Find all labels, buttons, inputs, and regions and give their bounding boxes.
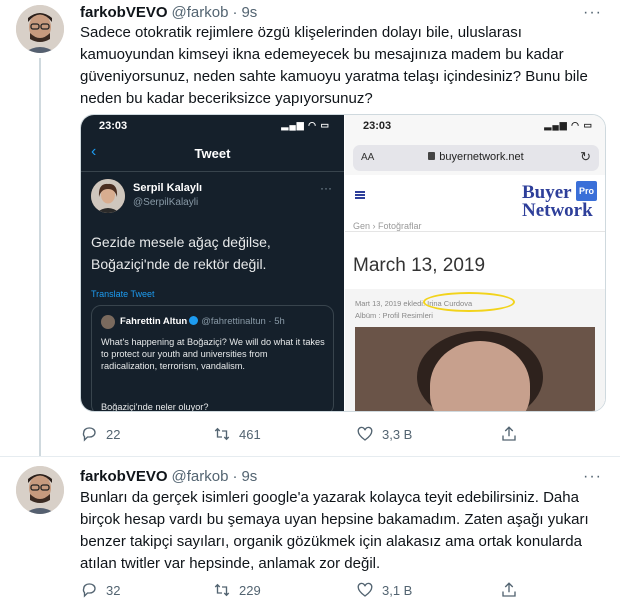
separator-dot: · xyxy=(232,467,238,485)
like-button[interactable]: 3,3 B xyxy=(356,424,412,444)
user-handle[interactable]: @farkob xyxy=(172,4,229,21)
display-name[interactable]: farkobVEVO xyxy=(80,4,168,21)
tweet-actions: 32 229 3,1 B xyxy=(80,580,604,600)
quote-handle: @fahrettinaltun · 5h xyxy=(201,316,285,327)
translate-link: Translate Tweet xyxy=(91,289,155,299)
tweet-2[interactable]: farkobVEVO @farkob · 9s ··· Bunları da g… xyxy=(0,456,620,611)
photo-meta-album: Albüm : Profil Resimleri xyxy=(355,311,433,320)
more-icon: ··· xyxy=(320,181,332,195)
page-date: March 13, 2019 xyxy=(353,255,486,276)
status-bar: 23:03 ▂▄▆ ◠ ▭ xyxy=(81,115,344,137)
share-button[interactable] xyxy=(500,580,518,600)
display-name[interactable]: farkobVEVO xyxy=(80,468,168,485)
divider xyxy=(81,171,344,172)
like-icon xyxy=(357,582,373,597)
site-logo: Buyer Pro Network xyxy=(522,181,597,220)
like-count: 3,3 B xyxy=(382,426,413,442)
share-icon xyxy=(502,582,516,597)
timestamp[interactable]: 9s xyxy=(241,4,257,21)
signal-battery-icon: ▂▄▆ ◠ ▭ xyxy=(281,120,330,130)
tweet-header: farkobVEVO @farkob · 9s xyxy=(80,466,257,486)
reply-icon xyxy=(82,583,96,598)
screen-title: Tweet xyxy=(194,146,231,161)
logo-line2: Network xyxy=(521,200,593,221)
share-button[interactable] xyxy=(500,424,518,444)
reply-count: 22 xyxy=(106,426,121,442)
avatar[interactable] xyxy=(16,5,64,53)
tweet-1[interactable]: farkobVEVO @farkob · 9s ··· Sadece otokr… xyxy=(0,0,620,456)
media-image-tweet-screenshot[interactable]: 23:03 ▂▄▆ ◠ ▭ ‹ Tweet Serpil Kalaylı @Se… xyxy=(81,115,344,412)
reply-count: 32 xyxy=(106,582,121,598)
share-icon xyxy=(502,426,516,441)
quote-header: Fahrettin Altun @fahrettinaltun · 5h xyxy=(120,316,285,327)
author-handle: @SerpilKalayli xyxy=(133,197,199,208)
url-text: buyernetwork.net xyxy=(439,151,524,163)
quote-text-2: Boğaziçi'nde neler oluyor? xyxy=(101,402,209,412)
lock-icon xyxy=(428,152,436,160)
avatar[interactable] xyxy=(16,466,64,514)
like-button[interactable]: 3,1 B xyxy=(356,580,412,600)
more-options-icon[interactable]: ··· xyxy=(583,468,602,486)
quoted-tweet: Fahrettin Altun @fahrettinaltun · 5h What… xyxy=(91,305,334,412)
url-bar: AA buyernetwork.net ↻ xyxy=(353,145,599,171)
retweet-icon xyxy=(214,583,230,597)
menu-icon xyxy=(355,191,365,199)
breadcrumb: Gen › Fotoğraflar xyxy=(353,221,422,231)
tweet-text: Sadece otokratik rejimlere özgü klişeler… xyxy=(80,24,588,107)
quote-name: Fahrettin Altun xyxy=(120,316,188,327)
screenshot-tweet-text: Gezide mesele ağaç değilse, Boğaziçi'nde… xyxy=(91,234,271,272)
quoted-avatar xyxy=(91,179,125,213)
tweet-actions: 22 461 3,3 B xyxy=(80,424,604,444)
website-page: Buyer Pro Network Gen › Fotoğraflar Marc… xyxy=(345,175,605,411)
reply-button[interactable]: 32 xyxy=(80,580,120,600)
photo-card: Mart 13, 2019 ekledi: Irina Curdova Albü… xyxy=(345,289,605,411)
quote-avatar xyxy=(101,315,115,329)
quote-text: What's happening at Boğaziçi? We will do… xyxy=(101,337,325,371)
retweet-count: 461 xyxy=(239,426,261,442)
retweet-icon xyxy=(214,427,230,441)
verified-icon xyxy=(189,316,199,325)
highlight-circle xyxy=(423,292,515,312)
timestamp[interactable]: 9s xyxy=(241,468,257,485)
status-bar: 23:03 ▂▄▆ ◠ ▭ xyxy=(345,115,605,137)
signal-battery-icon: ▂▄▆ ◠ ▭ xyxy=(544,120,593,130)
tweet-header: farkobVEVO @farkob · 9s xyxy=(80,2,257,22)
retweet-button[interactable]: 461 xyxy=(213,424,261,444)
tweet-media[interactable]: 23:03 ▂▄▆ ◠ ▭ ‹ Tweet Serpil Kalaylı @Se… xyxy=(80,114,606,412)
reply-button[interactable]: 22 xyxy=(80,424,120,444)
like-icon xyxy=(357,426,373,441)
author-name: Serpil Kalaylı xyxy=(133,182,203,194)
like-count: 3,1 B xyxy=(382,582,413,598)
profile-photo xyxy=(355,327,595,411)
logo-pro-badge: Pro xyxy=(575,181,597,201)
media-image-website-screenshot[interactable]: 23:03 ▂▄▆ ◠ ▭ AA buyernetwork.net ↻ Buye… xyxy=(345,115,605,411)
user-handle[interactable]: @farkob xyxy=(172,468,229,485)
more-options-icon[interactable]: ··· xyxy=(583,4,602,22)
divider xyxy=(345,231,605,232)
retweet-count: 229 xyxy=(239,582,261,598)
tweet-text: Bunları da gerçek isimleri google'a yaza… xyxy=(80,489,589,572)
status-clock: 23:03 xyxy=(99,120,128,132)
reply-icon xyxy=(82,427,96,442)
status-clock: 23:03 xyxy=(363,120,392,132)
separator-dot: · xyxy=(232,3,238,21)
reload-icon: ↻ xyxy=(580,149,591,164)
url-text-wrap: buyernetwork.net xyxy=(353,151,599,163)
thread-line xyxy=(39,58,41,456)
retweet-button[interactable]: 229 xyxy=(213,580,261,600)
